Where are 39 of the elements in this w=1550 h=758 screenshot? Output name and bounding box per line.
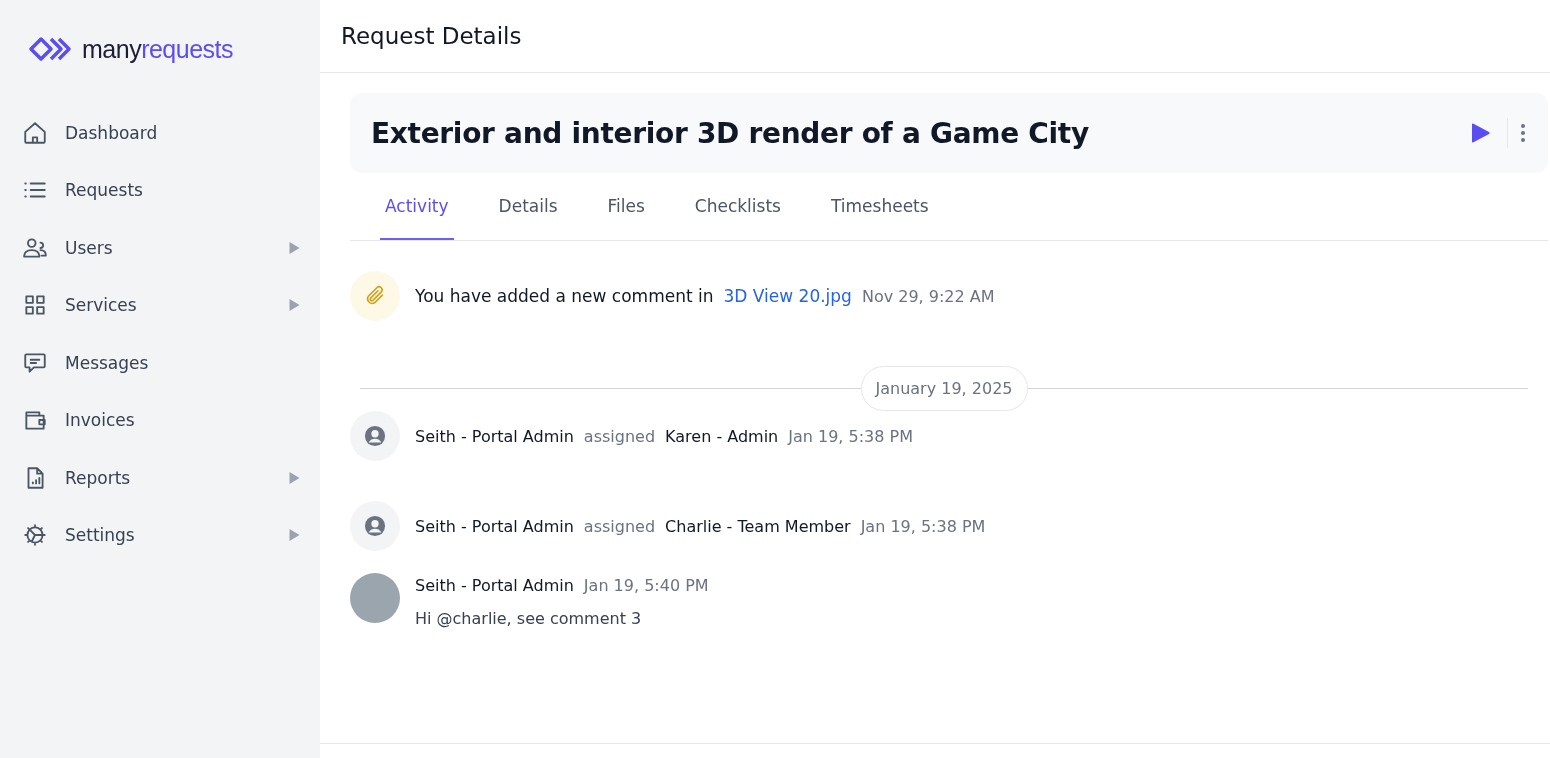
activity-text: You have added a new comment in (415, 286, 714, 306)
nav-item[interactable]: Settings (0, 506, 320, 564)
photo-placeholder (350, 573, 400, 623)
action-text: assigned (583, 426, 656, 446)
timestamp: Jan 19, 5:38 PM (788, 426, 913, 446)
nav-item[interactable]: Messages (0, 334, 320, 392)
logo-wordmark: manyrequests (82, 34, 234, 64)
tab[interactable]: Activity (380, 173, 454, 240)
nav-item[interactable]: Users (0, 219, 320, 277)
paperclip-icon (364, 285, 386, 307)
user-name: Charlie - Team Member (665, 516, 851, 536)
action-text: assigned (583, 516, 656, 536)
timestamp: Nov 29, 9:22 AM (861, 286, 995, 306)
tab[interactable]: Checklists (689, 173, 786, 240)
home-icon (22, 119, 48, 146)
timestamp: Jan 19, 5:40 PM (583, 576, 709, 595)
tab[interactable]: Details (493, 173, 563, 240)
user-name: Seith - Portal Admin (415, 576, 574, 595)
page-title: Request Details (341, 23, 522, 49)
file-link[interactable]: 3D View 20.jpg (723, 286, 852, 306)
more-icon (1520, 122, 1526, 144)
comment-text: Hi @charlie, see comment 3 (415, 609, 643, 628)
nav-item[interactable]: Invoices (0, 391, 320, 449)
user-icon (364, 515, 386, 537)
user-icon (364, 425, 386, 447)
play-icon (1469, 122, 1491, 144)
nav-item[interactable]: Reports (0, 449, 320, 507)
tab[interactable]: Files (602, 173, 650, 240)
tab[interactable]: Timesheets (825, 173, 934, 240)
nav-item[interactable]: Services (0, 276, 320, 334)
nav-item[interactable]: Requests (0, 161, 320, 219)
user-name: Seith - Portal Admin (415, 426, 574, 446)
nav-item[interactable]: Dashboard (0, 104, 320, 162)
date-chip: January 19, 2025 (860, 365, 1028, 411)
timestamp: Jan 19, 5:38 PM (860, 516, 986, 536)
logo-icon (28, 36, 74, 62)
user-name: Karen - Admin (665, 426, 779, 446)
user-name: Seith - Portal Admin (415, 516, 574, 536)
request-title: Exterior and interior 3D render of a Game City (371, 116, 1090, 150)
